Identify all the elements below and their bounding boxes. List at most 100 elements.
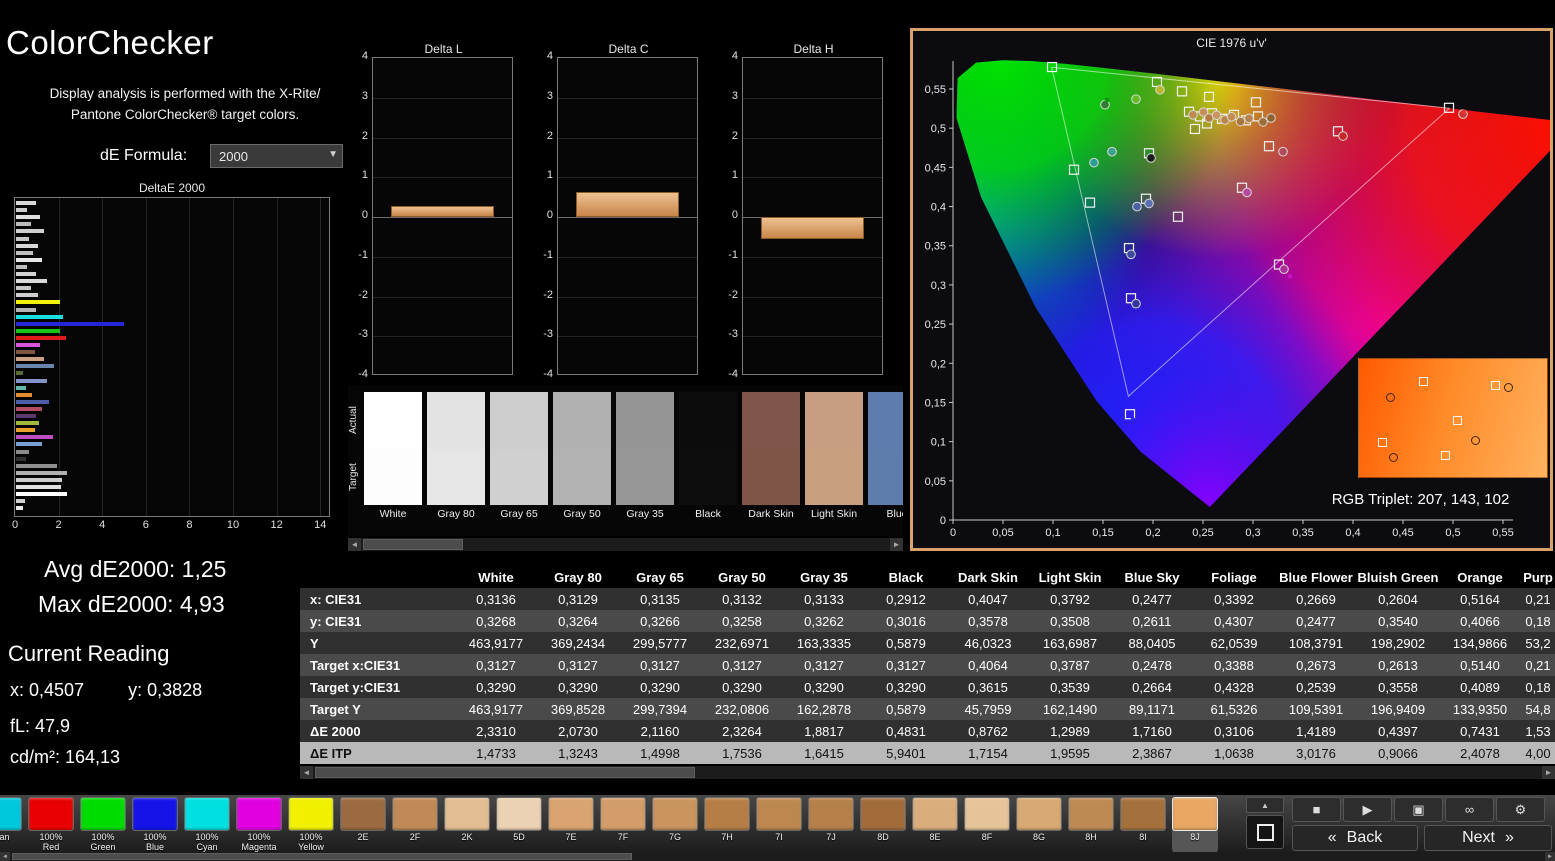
scroll-left-button[interactable]: ◄ — [300, 766, 313, 779]
table-row: ΔE ITP 1,4733 1,3243 1,4998 1,7536 1,6415 5,94… — [300, 742, 1555, 764]
scroll-thumb[interactable] — [12, 853, 632, 860]
table-cell: 0,3132 — [722, 591, 762, 607]
x-tick-label: 0,3 — [1245, 527, 1260, 539]
swatch-column: Gray 35 — [616, 392, 674, 530]
scroll-right-button[interactable]: ► — [1545, 852, 1555, 861]
patch-8g[interactable]: 8G — [1016, 797, 1062, 852]
patch-5d[interactable]: 5D — [496, 797, 542, 852]
y-tick-label: 0 — [940, 515, 946, 527]
table-cell: 0,3136 — [476, 591, 516, 607]
chevron-down-icon: ▼ — [328, 149, 338, 160]
y-tick-label: 0 — [546, 209, 553, 221]
next-button[interactable]: Next » — [1424, 825, 1552, 851]
gridline — [189, 198, 191, 516]
patch-7g[interactable]: 7G — [652, 797, 698, 852]
measurement-marker — [1226, 112, 1237, 122]
deltae-bar — [16, 229, 45, 234]
table-cell: 369,8528 — [550, 701, 606, 717]
table-cell: 0,3290 — [558, 679, 598, 695]
patch-8e[interactable]: 8E — [912, 797, 958, 852]
stop-button[interactable]: ■ — [1292, 797, 1341, 822]
play-button[interactable]: ▶ — [1343, 797, 1392, 822]
patch-label: 7E — [548, 832, 594, 842]
patch-7j[interactable]: 7J — [808, 797, 854, 852]
scroll-left-button[interactable]: ◄ — [0, 852, 10, 861]
patch-cyan-100[interactable]: 100% Cyan — [184, 797, 230, 852]
table-cell: 134,9866 — [1452, 635, 1508, 651]
patch-7h[interactable]: 7H — [704, 797, 750, 852]
scroll-left-button[interactable]: ◄ — [348, 538, 361, 551]
swatch-label: Light Skin — [810, 508, 858, 520]
patch-yellow-100[interactable]: 100% Yellow — [288, 797, 334, 852]
patch-color — [0, 797, 22, 831]
x-tick-label: 0 — [950, 527, 956, 539]
x-tick-label: 4 — [99, 519, 106, 531]
y-tick-label: -1 — [728, 248, 738, 261]
table-cell: 196,9409 — [1370, 701, 1426, 717]
measurement-marker — [1131, 298, 1141, 309]
patch-blue-100[interactable]: 100% Blue — [132, 797, 178, 852]
patch-8f[interactable]: 8F — [964, 797, 1010, 852]
patch-8d[interactable]: 8D — [860, 797, 906, 852]
column-header: Gray 65 — [636, 569, 684, 585]
back-button[interactable]: « Back — [1292, 825, 1418, 851]
measurement-marker — [1211, 110, 1222, 121]
colorchecker-app: ColorChecker Display analysis is perform… — [0, 0, 1555, 861]
patch-2k[interactable]: 2K — [444, 797, 490, 852]
scroll-thumb[interactable] — [363, 539, 463, 550]
table-cell: 0,3133 — [804, 591, 844, 607]
continuous-button[interactable]: ∞ — [1445, 797, 1494, 822]
deltae-bar — [16, 335, 67, 340]
patch-scroll-up-button[interactable]: ▲ — [1246, 797, 1284, 813]
patch-7f[interactable]: 7F — [600, 797, 646, 852]
table-cell: 0,2539 — [1296, 679, 1336, 695]
table-cell: 0,3106 — [1214, 723, 1254, 739]
patch-green-100[interactable]: 100% Green — [80, 797, 126, 852]
cie-zoom-inset — [1358, 358, 1548, 478]
settings-button[interactable]: ⚙ — [1496, 797, 1545, 822]
table-cell: 0,3388 — [1214, 657, 1254, 673]
scroll-right-button[interactable]: ► — [1542, 766, 1555, 779]
patch-7e[interactable]: 7E — [548, 797, 594, 852]
patch-cyan[interactable]: Cyan — [0, 797, 22, 852]
table-cell: 162,2878 — [796, 701, 852, 717]
delta-bar — [391, 205, 494, 217]
scroll-thumb[interactable] — [315, 767, 695, 778]
pattern-window-button[interactable] — [1246, 815, 1284, 849]
table-cell: 88,0405 — [1128, 635, 1176, 651]
table-cell: 0,9066 — [1378, 745, 1418, 761]
deltae-bar — [16, 307, 36, 312]
y-tick-label: -4 — [728, 368, 738, 380]
table-cell: 0,5140 — [1460, 657, 1500, 673]
actual-row-label: Actual — [348, 406, 359, 435]
target-row-label: Target — [348, 463, 359, 491]
table-cell: 0,3127 — [640, 657, 680, 673]
de-formula-dropdown[interactable]: 2000 ▼ — [210, 144, 343, 168]
column-header: Blue Sky — [1124, 569, 1180, 585]
patch-2e[interactable]: 2E — [340, 797, 386, 852]
patch-magenta-100[interactable]: 100% Magenta — [236, 797, 282, 852]
swatch-scrollbar: ◄ ► — [348, 538, 903, 551]
patch-color — [1068, 797, 1114, 831]
patch-red-100[interactable]: 100% Red — [28, 797, 74, 852]
gridline — [558, 256, 697, 258]
gridline — [233, 198, 235, 516]
delta-l-title: Delta L — [424, 42, 463, 56]
patch-2f[interactable]: 2F — [392, 797, 438, 852]
table-cell: 299,7394 — [632, 701, 688, 717]
patch-label: 8I — [1120, 832, 1166, 842]
table-cell: 0,2477 — [1296, 613, 1336, 629]
patch-8i[interactable]: 8I — [1120, 797, 1166, 852]
pattern-button[interactable]: ▣ — [1394, 797, 1443, 822]
table-cell: 62,0539 — [1210, 635, 1258, 651]
patch-color — [444, 797, 490, 831]
patch-color — [80, 797, 126, 831]
patch-label-line: Magenta — [241, 842, 277, 852]
patch-7i[interactable]: 7I — [756, 797, 802, 852]
table-cell: 1,0638 — [1214, 745, 1254, 761]
scroll-right-button[interactable]: ► — [890, 538, 903, 551]
patch-8h[interactable]: 8H — [1068, 797, 1114, 852]
patch-8j[interactable]: 8J — [1172, 797, 1218, 852]
table-cell: 133,9350 — [1452, 701, 1508, 717]
measurement-marker — [1132, 201, 1142, 212]
